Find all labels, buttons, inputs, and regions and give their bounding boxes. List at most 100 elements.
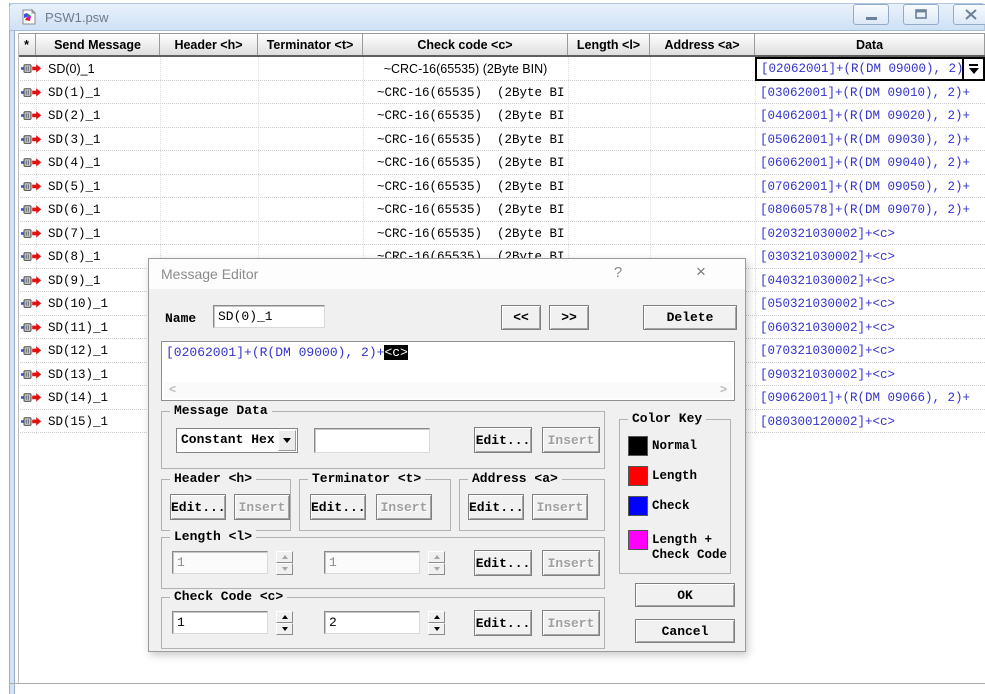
check-code-value-2[interactable] xyxy=(324,611,420,634)
delete-button[interactable]: Delete xyxy=(643,305,737,330)
restore-button[interactable] xyxy=(903,4,939,25)
check-code-value-1[interactable] xyxy=(172,611,268,634)
data-cell: [070321030002]+<c> xyxy=(755,339,985,363)
send-message-name: SD(0)_1 xyxy=(48,62,95,76)
length-spinner-1[interactable] xyxy=(276,551,293,575)
table-header: *Send MessageHeader <h>Terminator <t>Che… xyxy=(18,33,985,57)
address-insert-button[interactable]: Insert xyxy=(532,494,588,520)
window-titlebar[interactable]: PSW1.psw xyxy=(9,3,985,31)
color-key-item-label: Normal xyxy=(652,439,697,454)
column-header-[interactable]: * xyxy=(18,34,36,55)
spin-up-icon[interactable] xyxy=(276,611,293,623)
column-header-terminator-t[interactable]: Terminator <t> xyxy=(258,34,363,55)
column-header-address-a[interactable]: Address <a> xyxy=(650,34,755,55)
column-header-header-h[interactable]: Header <h> xyxy=(160,34,258,55)
help-icon[interactable]: ? xyxy=(607,264,629,281)
data-cell: [03062001]+(R(DM 09010), 2)+ xyxy=(755,81,985,105)
check-code-edit-button[interactable]: Edit... xyxy=(474,610,532,636)
column-header-data[interactable]: Data xyxy=(755,34,985,55)
message-editor-dialog: Message Editor ? × Name << >> Delete [02… xyxy=(148,258,746,652)
spin-up-icon[interactable] xyxy=(276,551,293,563)
scroll-right-icon[interactable]: > xyxy=(720,382,727,396)
check-code-group: Check Code <c> Edit... Insert xyxy=(161,597,605,649)
header-edit-button[interactable]: Edit... xyxy=(170,494,226,520)
spin-up-icon[interactable] xyxy=(428,611,445,623)
name-label: Name xyxy=(165,311,196,326)
check-code-cell: ~CRC-16(65535) (2Byte BI xyxy=(363,133,568,150)
table-row[interactable]: SD(4)_1 ~CRC-16(65535) (2Byte BI [06062001… xyxy=(18,151,985,175)
check-code-cell: ~CRC-16(65535) (2Byte BI xyxy=(363,203,568,220)
table-row[interactable]: SD(2)_1~CRC-16(65535) (2Byte BI[04062001… xyxy=(18,104,985,128)
length-insert-button[interactable]: Insert xyxy=(542,550,600,576)
check-code-spinner-1[interactable] xyxy=(276,611,293,635)
send-message-plug-icon xyxy=(20,368,42,381)
spin-down-icon[interactable] xyxy=(276,623,293,635)
message-data-insert-button[interactable]: Insert xyxy=(542,427,600,453)
check-code-cell: ~CRC-16(65535) (2Byte BI xyxy=(363,86,568,103)
message-data-input[interactable] xyxy=(314,428,430,453)
message-content-box[interactable]: [02062001]+(R(DM 09000), 2)+<c> < > xyxy=(161,341,735,401)
color-key-item-label: Length + Check Code xyxy=(652,533,727,563)
column-header-send-message[interactable]: Send Message xyxy=(36,34,160,55)
color-key-item-label: Length xyxy=(652,469,697,484)
terminator-group-label: Terminator <t> xyxy=(308,471,425,486)
prev-message-button[interactable]: << xyxy=(501,305,541,330)
check-code-insert-button[interactable]: Insert xyxy=(542,610,600,636)
data-cell[interactable]: [02062001]+(R(DM 09000), 2)+ xyxy=(755,57,985,81)
close-button[interactable] xyxy=(953,4,985,25)
data-cell: [090321030002]+<c> xyxy=(755,363,985,387)
length-value-1[interactable] xyxy=(172,551,268,574)
scroll-left-icon[interactable]: < xyxy=(169,382,176,396)
terminator-edit-button[interactable]: Edit... xyxy=(310,494,366,520)
dialog-titlebar[interactable]: Message Editor ? × xyxy=(149,259,745,289)
dialog-close-icon[interactable]: × xyxy=(689,262,713,282)
header-insert-button[interactable]: Insert xyxy=(234,494,290,520)
send-message-plug-icon xyxy=(20,203,42,216)
table-row[interactable]: SD(1)_1~CRC-16(65535) (2Byte BI[03062001… xyxy=(18,81,985,105)
spin-down-icon[interactable] xyxy=(428,623,445,635)
column-header-length-l[interactable]: Length <l> xyxy=(568,34,650,55)
table-row[interactable]: SD(6)_1 ~CRC-16(65535) (2Byte BI [08060578… xyxy=(18,198,985,222)
send-message-name: SD(6)_1 xyxy=(48,203,101,217)
color-swatch xyxy=(628,436,648,456)
check-code-cell: ~CRC-16(65535) (2Byte BI xyxy=(363,156,568,173)
minimize-button[interactable] xyxy=(853,4,889,25)
data-cell: [08060578]+(R(DM 09070), 2)+ xyxy=(755,198,985,222)
check-code-cell: ~CRC-16(65535) (2Byte BIN) xyxy=(363,62,568,79)
table-row[interactable]: SD(3)_1~CRC-16(65535) (2Byte BI[05062001… xyxy=(18,128,985,152)
table-row[interactable]: SD(7)_1~CRC-16(65535) (2Byte BI[02032103… xyxy=(18,222,985,246)
send-message-name: SD(4)_1 xyxy=(48,156,101,170)
column-header-check-code-c[interactable]: Check code <c> xyxy=(363,34,568,55)
address-edit-button[interactable]: Edit... xyxy=(468,494,524,520)
length-value-2[interactable] xyxy=(324,551,420,574)
data-cell: [09062001]+(R(DM 09066), 2)+ xyxy=(755,386,985,410)
message-data-edit-button[interactable]: Edit... xyxy=(474,427,532,453)
spin-down-icon[interactable] xyxy=(428,563,445,575)
name-input[interactable] xyxy=(213,305,325,328)
message-expression: [02062001]+(R(DM 09000), 2)+<c> xyxy=(166,345,408,360)
data-type-combobox[interactable]: Constant Hex xyxy=(176,428,298,453)
combo-dropdown-button[interactable] xyxy=(278,430,296,451)
next-message-button[interactable]: >> xyxy=(549,305,589,330)
table-row[interactable]: SD(5)_1~CRC-16(65535) (2Byte BI[07062001… xyxy=(18,175,985,199)
header-group: Header <h> Edit... Insert xyxy=(161,479,291,531)
spin-down-icon[interactable] xyxy=(276,563,293,575)
data-cell: [04062001]+(R(DM 09020), 2)+ xyxy=(755,104,985,128)
data-cell: [06062001]+(R(DM 09040), 2)+ xyxy=(755,151,985,175)
check-code-spinner-2[interactable] xyxy=(428,611,445,635)
cancel-button[interactable]: Cancel xyxy=(635,619,735,643)
data-cell: [060321030002]+<c> xyxy=(755,316,985,340)
cell-dropdown-button[interactable] xyxy=(962,59,983,79)
data-cell: [05062001]+(R(DM 09030), 2)+ xyxy=(755,128,985,152)
terminator-insert-button[interactable]: Insert xyxy=(376,494,432,520)
length-edit-button[interactable]: Edit... xyxy=(474,550,532,576)
check-code-cell: ~CRC-16(65535) (2Byte BI xyxy=(363,227,568,244)
send-message-plug-icon xyxy=(20,109,42,122)
message-scrollbar[interactable]: < > xyxy=(164,382,732,398)
spin-up-icon[interactable] xyxy=(428,551,445,563)
table-row[interactable]: SD(0)_1 ~CRC-16(65535) (2Byte BIN) [020620… xyxy=(18,57,985,81)
send-message-name: SD(11)_1 xyxy=(48,321,108,335)
send-message-name: SD(10)_1 xyxy=(48,297,108,311)
ok-button[interactable]: OK xyxy=(635,583,735,607)
length-spinner-2[interactable] xyxy=(428,551,445,575)
